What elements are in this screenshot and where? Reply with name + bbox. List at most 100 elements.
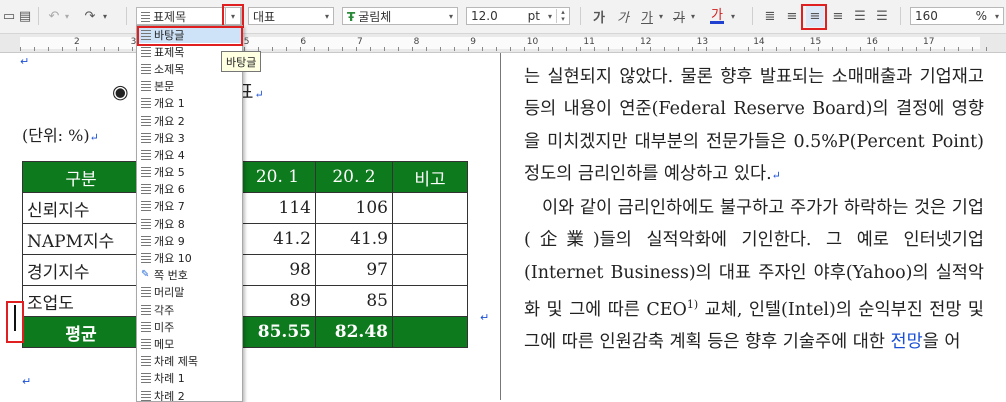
ruler-number: 6 (300, 37, 307, 47)
undo-dropdown-icon[interactable]: ▾ (62, 5, 72, 27)
font-name-select[interactable]: Ŧ 굴림체 ▾ (342, 7, 458, 25)
style-list-label: 메모 (154, 337, 175, 351)
table-row: NAPM지수 41.2 41.9 (22, 223, 468, 255)
style-list-item[interactable]: 개요 7 (137, 198, 242, 215)
table-cell[interactable]: 신뢰지수 (22, 192, 140, 224)
style-list-label: 쪽 번호 (154, 269, 188, 283)
style-list-label: 개요 10 (154, 252, 192, 266)
bold-button[interactable]: 가 (592, 5, 606, 27)
style-list-item[interactable]: 개요 4 (137, 146, 242, 163)
align-right-icon[interactable]: ≡ (830, 5, 846, 27)
style-list-item[interactable]: 개요 10 (137, 249, 242, 266)
style-list-label: 개요 1 (154, 97, 185, 111)
table-cell[interactable]: 98 (239, 254, 316, 286)
zoom-unit: % (975, 9, 987, 23)
table-cell[interactable]: 41.2 (239, 223, 316, 255)
table-cell[interactable] (392, 285, 468, 317)
style-list-item[interactable]: 차례 제목 (137, 353, 242, 370)
table-cell[interactable] (392, 254, 468, 286)
table-header-cell[interactable]: 20. 1 (239, 161, 316, 193)
column-divider (500, 53, 501, 400)
style-list-label: 개요 7 (154, 200, 185, 214)
table-header-cell[interactable]: 비고 (392, 161, 468, 193)
ruler-number: 7 (357, 37, 363, 47)
style-list-item[interactable]: 본문 (137, 78, 242, 95)
style-list-item[interactable]: 개요 1 (137, 95, 242, 112)
style-list-item[interactable]: 미주 (137, 318, 242, 335)
style-list-item[interactable]: 개요 8 (137, 215, 242, 232)
style-dropdown-list[interactable]: 바탕글 표제목 소제목 본문 개요 1 개요 2 개요 3 개요 4 개요 5 개요 6 개요 7개… (136, 25, 243, 402)
table-cell[interactable]: 106 (315, 192, 393, 224)
align-left-icon[interactable]: ≡ (784, 5, 800, 27)
ruler-number: 2 (74, 37, 80, 47)
align-justify-icon[interactable]: ≣ (762, 5, 778, 27)
body-text[interactable]: 는 실현되지 않았다. 물론 향후 발표되는 소매매출과 기업재고 등의 내용이… (524, 61, 984, 359)
style-list-label: 각주 (154, 303, 175, 317)
spin-icon[interactable]: ▴ ▾ (556, 9, 569, 23)
table-cell[interactable]: 평균 (22, 316, 140, 348)
table-cell[interactable]: NAPM지수 (22, 223, 140, 255)
ruler-number: 13 (696, 37, 709, 47)
style-icon (141, 167, 151, 178)
unit-label: (단위: %)↵ (22, 126, 99, 145)
italic-button[interactable]: 가 (616, 5, 630, 27)
style-list-item[interactable]: 차례 1 (137, 370, 242, 387)
style-list-item[interactable]: 개요 5 (137, 164, 242, 181)
ruler-number: 8 (413, 37, 420, 47)
table-cell[interactable]: 82.48 (315, 316, 393, 348)
style-list-item[interactable]: 개요 3 (137, 129, 242, 146)
style-list-label: 개요 9 (154, 234, 185, 248)
style-list-label: 개요 8 (154, 217, 185, 231)
style-list-item[interactable]: 머리말 (137, 284, 242, 301)
link-text[interactable]: 전망 (891, 332, 923, 352)
table-header-cell[interactable]: 20. 2 (315, 161, 393, 193)
font-category-select[interactable]: 대표 ▾ (248, 7, 334, 25)
style-list-label: 개요 3 (154, 131, 185, 145)
indicator-table[interactable]: 구분 20. 1 20. 2 비고 신뢰지수 114 106 NAPM지수 41… (22, 161, 468, 348)
style-list-label: 개요 2 (154, 114, 185, 128)
style-list-item[interactable]: 개요 6 (137, 181, 242, 198)
table-cell[interactable] (392, 316, 468, 348)
table-cell[interactable]: 85.55 (239, 316, 316, 348)
redo-icon[interactable]: ↷ (82, 5, 98, 27)
table-cell[interactable]: 97 (315, 254, 393, 286)
table-cell[interactable]: 89 (239, 285, 316, 317)
table-cell[interactable]: 114 (239, 192, 316, 224)
table-cell[interactable]: 경기지수 (22, 254, 140, 286)
ruler-number: 5 (243, 37, 250, 47)
table-cell[interactable]: 85 (315, 285, 393, 317)
table-header-cell[interactable]: 구분 (22, 161, 140, 193)
redo-dropdown-icon[interactable]: ▾ (100, 5, 110, 27)
table-cell[interactable]: 41.9 (315, 223, 393, 255)
table-cell[interactable] (392, 223, 468, 255)
footnote-marker[interactable]: 1) (687, 298, 698, 311)
underline-button[interactable]: 가 (640, 5, 654, 27)
paragraph: 이와 같이 금리인하에도 불구하고 주가가 하락하는 것은 기업(企業)들의 실… (524, 198, 984, 353)
chevron-down-icon[interactable]: ▾ (728, 5, 738, 27)
chevron-down-icon[interactable]: ▾ (688, 5, 698, 27)
style-icon (141, 81, 151, 92)
style-list-item[interactable]: 각주 (137, 301, 242, 318)
style-list-item[interactable]: 개요 9 (137, 232, 242, 249)
doc-icon[interactable]: ▤ (18, 5, 32, 27)
split-icon[interactable]: ☰ (874, 5, 890, 27)
undo-icon[interactable]: ↶ (46, 5, 62, 27)
style-list-item[interactable]: 메모 (137, 335, 242, 352)
style-icon (141, 235, 151, 246)
unit-dropdown-icon[interactable]: ▾ (544, 12, 556, 21)
style-list-item[interactable]: 개요 2 (137, 112, 242, 129)
paragraph-mark: ↵ (20, 55, 30, 68)
zoom-select[interactable]: 160 % ▾ (910, 7, 1004, 25)
style-list-item[interactable]: ✎ 쪽 번호 (137, 267, 242, 284)
table-cell[interactable]: 조업도 (22, 285, 140, 317)
table-cell[interactable] (392, 192, 468, 224)
chevron-down-icon: ▾ (994, 11, 999, 21)
distribute-icon[interactable]: ☰ (852, 5, 868, 27)
style-icon (141, 184, 151, 195)
chevron-down-icon[interactable]: ▾ (656, 5, 666, 27)
font-size-field[interactable]: 12.0 pt ▾ ▴ ▾ (466, 7, 570, 25)
font-color-button[interactable]: 가 (710, 5, 724, 24)
strike-button[interactable]: 가 (672, 5, 686, 27)
style-list-label: 소제목 (154, 62, 185, 76)
save-icon[interactable]: ▭ (2, 5, 16, 27)
